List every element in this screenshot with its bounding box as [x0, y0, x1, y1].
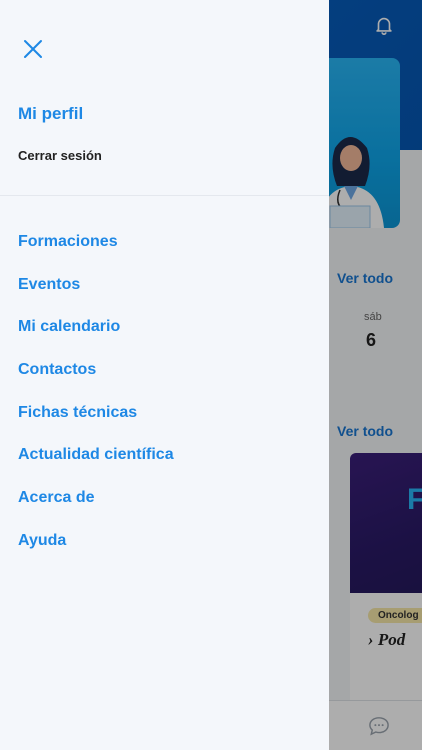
divider: [0, 195, 329, 196]
my-profile-link[interactable]: Mi perfil: [18, 104, 83, 124]
close-icon[interactable]: [22, 38, 44, 60]
navigation-drawer: Mi perfil Cerrar sesión Formaciones Even…: [0, 0, 329, 750]
menu-item-formaciones[interactable]: Formaciones: [18, 232, 174, 275]
menu-item-contactos[interactable]: Contactos: [18, 360, 174, 403]
logout-button[interactable]: Cerrar sesión: [18, 148, 102, 163]
menu-item-eventos[interactable]: Eventos: [18, 275, 174, 318]
menu-item-mi-calendario[interactable]: Mi calendario: [18, 317, 174, 360]
menu-item-fichas-tecnicas[interactable]: Fichas técnicas: [18, 403, 174, 446]
menu-item-acerca-de[interactable]: Acerca de: [18, 488, 174, 531]
menu-item-ayuda[interactable]: Ayuda: [18, 531, 174, 574]
menu-item-actualidad-cientifica[interactable]: Actualidad científica: [18, 445, 174, 488]
drawer-menu: Formaciones Eventos Mi calendario Contac…: [18, 232, 174, 574]
